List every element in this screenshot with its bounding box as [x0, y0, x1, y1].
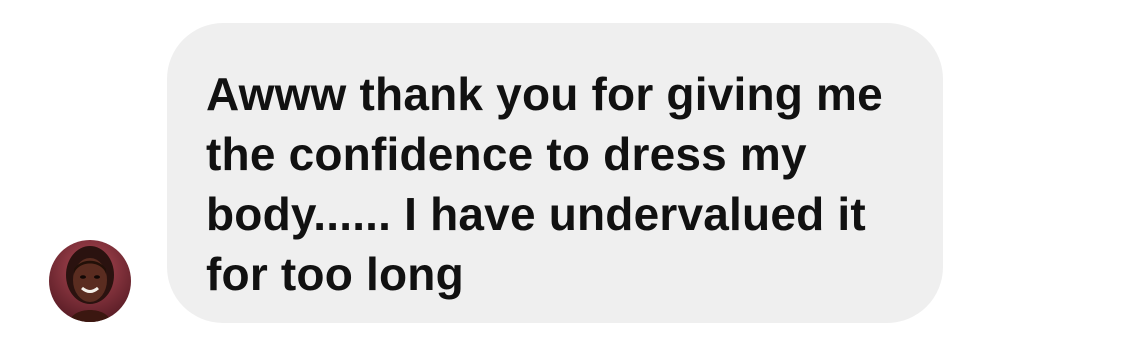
sender-avatar[interactable]	[49, 240, 131, 322]
message-bubble[interactable]: Awww thank you for giving me the confide…	[167, 23, 943, 323]
message-text: Awww thank you for giving me the confide…	[206, 68, 883, 300]
message-thread: Awww thank you for giving me the confide…	[0, 0, 1125, 339]
profile-photo-icon	[49, 240, 131, 322]
